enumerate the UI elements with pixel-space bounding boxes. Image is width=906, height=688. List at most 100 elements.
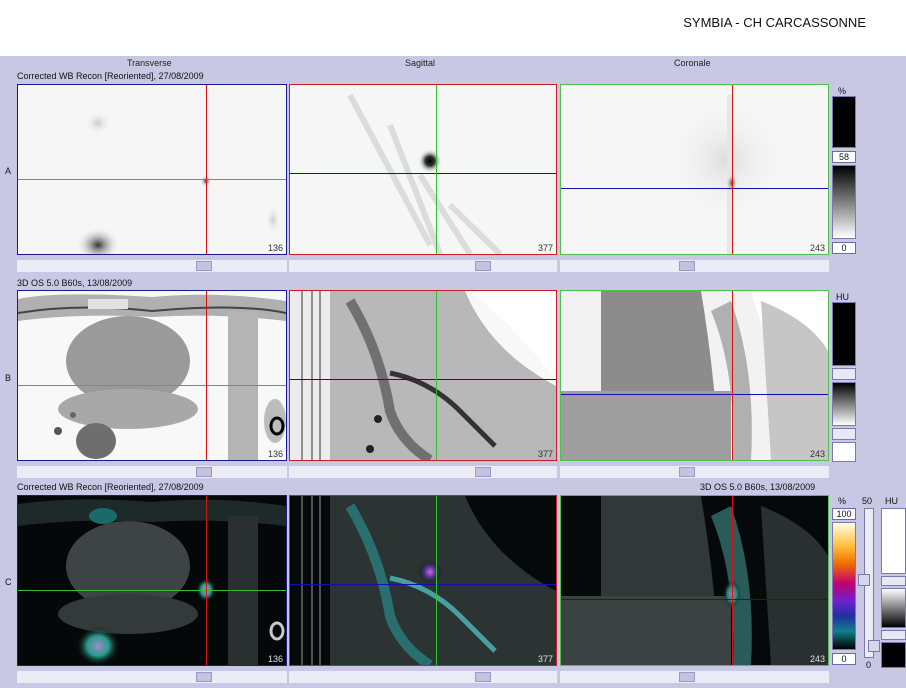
ct-sagittal-image bbox=[290, 291, 556, 460]
fusion-sagittal-image bbox=[301, 496, 556, 665]
colorbar-c-ct-window-handle[interactable] bbox=[881, 576, 906, 586]
colorbar-b-gradient[interactable] bbox=[832, 382, 856, 426]
pet-sagittal-image bbox=[347, 93, 503, 254]
slice-scrollbar-coronal[interactable] bbox=[560, 671, 829, 683]
blend-slider-min: 0 bbox=[866, 660, 872, 670]
row-c-caption-left: Corrected WB Recon [Reoriented], 27/08/2… bbox=[17, 482, 204, 492]
colorbar-c-ct-unit: HU bbox=[885, 496, 898, 506]
column-header-sagittal: Sagittal bbox=[405, 58, 436, 68]
row-c-caption-right: 3D OS 5.0 B60s, 13/08/2009 bbox=[700, 482, 816, 492]
column-header-coronal: Coronale bbox=[674, 58, 711, 68]
slice-number: 243 bbox=[809, 243, 825, 253]
slice-number: 377 bbox=[537, 449, 553, 459]
fusion-coronal-image bbox=[561, 496, 828, 665]
colorbar-b-window-handle[interactable] bbox=[832, 368, 856, 380]
row-a-caption: Corrected WB Recon [Reoriented], 27/08/2… bbox=[17, 71, 204, 81]
slice-number: 136 bbox=[267, 243, 283, 253]
viewport-fusion-sagittal[interactable]: 377 bbox=[289, 495, 557, 666]
colorbar-c-pet-handle[interactable] bbox=[858, 574, 870, 586]
scroll-thumb[interactable] bbox=[196, 467, 212, 477]
site-name: SYMBIA - CH CARCASSONNE bbox=[683, 15, 866, 30]
slice-scrollbar-sagittal[interactable] bbox=[289, 260, 557, 272]
crosshair-horizontal bbox=[18, 385, 286, 386]
row-a-label: A bbox=[5, 166, 12, 176]
column-header-transverse: Transverse bbox=[127, 58, 172, 68]
colorbar-a-window-value[interactable]: 58 bbox=[832, 151, 856, 163]
colorbar-a-min-value[interactable]: 0 bbox=[832, 242, 856, 254]
crosshair-vertical bbox=[206, 291, 207, 460]
colorbar-a-unit: % bbox=[838, 86, 847, 96]
colorbar-c-ct-level-handle[interactable] bbox=[881, 630, 906, 640]
slice-scrollbar-transverse[interactable] bbox=[17, 671, 287, 683]
blend-slider-thumb[interactable] bbox=[868, 640, 880, 652]
crosshair-vertical bbox=[206, 85, 207, 254]
colorbar-c-pet-unit: % bbox=[838, 496, 847, 506]
fusion-transverse-image bbox=[18, 499, 286, 665]
crosshair-vertical bbox=[732, 291, 733, 460]
viewport-fusion-coronal[interactable]: 243 bbox=[560, 495, 829, 666]
slice-scrollbar-sagittal[interactable] bbox=[289, 671, 557, 683]
row-b-caption: 3D OS 5.0 B60s, 13/08/2009 bbox=[17, 278, 133, 288]
crosshair-horizontal bbox=[18, 179, 286, 180]
colorbar-c-ct-upper bbox=[881, 508, 906, 574]
colorbar-b-level-handle[interactable] bbox=[832, 428, 856, 440]
colorbar-b-lower bbox=[832, 442, 856, 462]
crosshair-vertical bbox=[206, 496, 207, 665]
row-b-label: B bbox=[5, 373, 12, 383]
scroll-thumb[interactable] bbox=[679, 672, 695, 682]
title-bar: SYMBIA - CH CARCASSONNE bbox=[0, 0, 906, 56]
scroll-thumb[interactable] bbox=[679, 467, 695, 477]
scroll-thumb[interactable] bbox=[475, 672, 491, 682]
slice-number: 243 bbox=[809, 654, 825, 664]
colorbar-c-blend-label: 50 bbox=[862, 496, 873, 506]
slice-number: 243 bbox=[809, 449, 825, 459]
crosshair-horizontal bbox=[18, 590, 286, 591]
colorbar-a-upper bbox=[832, 96, 856, 148]
crosshair-vertical bbox=[436, 496, 437, 665]
crosshair-horizontal bbox=[290, 584, 556, 585]
scroll-thumb[interactable] bbox=[196, 261, 212, 271]
slice-number: 136 bbox=[267, 654, 283, 664]
colorbar-c-pet-min[interactable]: 0 bbox=[832, 653, 856, 665]
scroll-thumb[interactable] bbox=[196, 672, 212, 682]
colorbar-a-gradient[interactable] bbox=[832, 165, 856, 239]
viewport-pet-coronal[interactable]: 243 bbox=[560, 84, 829, 255]
slice-number: 136 bbox=[267, 449, 283, 459]
crosshair-horizontal bbox=[290, 173, 556, 174]
colorbar-c-pet-max[interactable]: 100 bbox=[832, 508, 856, 520]
slice-scrollbar-coronal[interactable] bbox=[560, 260, 829, 272]
slice-number: 377 bbox=[537, 243, 553, 253]
viewport-pet-sagittal[interactable]: 377 bbox=[289, 84, 557, 255]
viewport-ct-coronal[interactable]: 243 bbox=[560, 290, 829, 461]
row-c-label: C bbox=[5, 577, 12, 587]
pet-coronal-image bbox=[666, 95, 786, 254]
crosshair-horizontal bbox=[561, 599, 828, 600]
slice-scrollbar-coronal[interactable] bbox=[560, 466, 829, 478]
viewport-pet-transverse[interactable]: 136 bbox=[17, 84, 287, 255]
crosshair-horizontal bbox=[290, 379, 556, 380]
crosshair-vertical bbox=[732, 85, 733, 254]
scroll-thumb[interactable] bbox=[679, 261, 695, 271]
viewport-fusion-transverse[interactable]: 136 bbox=[17, 495, 287, 666]
slice-scrollbar-transverse[interactable] bbox=[17, 466, 287, 478]
crosshair-horizontal bbox=[561, 394, 828, 395]
colorbar-b-unit: HU bbox=[836, 292, 849, 302]
scroll-thumb[interactable] bbox=[475, 261, 491, 271]
viewport-ct-transverse[interactable]: 136 bbox=[17, 290, 287, 461]
slice-number: 377 bbox=[537, 654, 553, 664]
scroll-thumb[interactable] bbox=[475, 467, 491, 477]
ct-coronal-image bbox=[561, 291, 828, 460]
pet-transverse-image bbox=[76, 111, 281, 254]
ct-transverse-image bbox=[18, 294, 286, 460]
crosshair-vertical bbox=[732, 496, 733, 665]
colorbar-c-ct-gradient[interactable] bbox=[881, 588, 906, 628]
crosshair-vertical bbox=[436, 85, 437, 254]
colorbar-c-pet-gradient[interactable] bbox=[832, 522, 856, 650]
slice-scrollbar-sagittal[interactable] bbox=[289, 466, 557, 478]
slice-scrollbar-transverse[interactable] bbox=[17, 260, 287, 272]
colorbar-b-upper bbox=[832, 302, 856, 366]
viewport-ct-sagittal[interactable]: 377 bbox=[289, 290, 557, 461]
colorbar-c-ct-lower bbox=[881, 642, 906, 668]
crosshair-vertical bbox=[436, 291, 437, 460]
crosshair-horizontal bbox=[561, 188, 828, 189]
